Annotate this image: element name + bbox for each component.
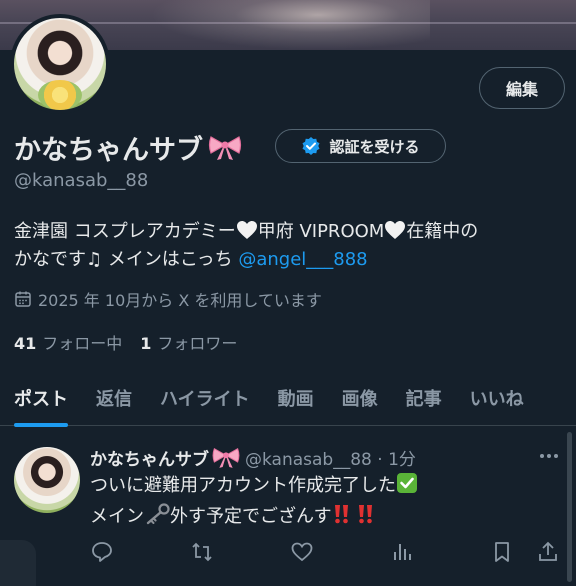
- post-author-name[interactable]: かなちゃんサブ: [90, 445, 209, 470]
- followers-count: 1: [140, 334, 152, 353]
- followers-link[interactable]: 1 フォロワー: [140, 330, 237, 354]
- following-count: 41: [14, 334, 37, 353]
- profile-bio: 金津園 コスプレアカデミー 甲府 VIPROOM 在籍中の かなです♫ メインはこっ…: [14, 218, 564, 274]
- scrollbar[interactable]: [567, 432, 572, 582]
- post-line: 外す予定でござんす: [170, 506, 332, 527]
- tab-articles[interactable]: 記事: [392, 370, 456, 426]
- green-check-icon: [396, 472, 418, 503]
- like-icon[interactable]: [290, 540, 314, 564]
- display-name: かなちゃんサブ: [14, 134, 203, 166]
- post-actions: [90, 540, 560, 566]
- post-avatar[interactable]: [14, 447, 80, 513]
- post-line: メイン: [90, 506, 144, 527]
- white-heart-icon: [236, 220, 258, 240]
- repost-icon[interactable]: [190, 540, 214, 564]
- following-link[interactable]: 41 フォロー中: [14, 330, 122, 354]
- key-icon: [144, 503, 170, 534]
- red-double-exclamation-icon: [356, 503, 380, 534]
- pink-ribbon-icon: [207, 133, 243, 161]
- bio-text: 金津園 コスプレアカデミー: [14, 221, 236, 242]
- post-line: ついに避難用アカウント作成完了した: [90, 475, 396, 496]
- more-icon[interactable]: [537, 448, 561, 464]
- post-text: ついに避難用アカウント作成完了した メイン 外す予定でござんす: [90, 472, 560, 534]
- profile-avatar[interactable]: [10, 14, 110, 114]
- follow-stats: 41 フォロー中 1 フォロワー: [14, 330, 237, 354]
- bio-text: 甲府 VIPROOM: [257, 221, 385, 242]
- post-header: かなちゃんサブ @kanasab__88 · 1分: [90, 443, 416, 471]
- verified-badge-icon: [301, 136, 321, 156]
- name-row: かなちゃんサブ: [14, 127, 243, 167]
- avatar-bouquet: [38, 80, 82, 110]
- views-icon[interactable]: [390, 540, 414, 564]
- banner-sparkle: [150, 0, 430, 50]
- profile-handle: @kanasab__88: [14, 170, 149, 191]
- red-double-exclamation-icon: [332, 503, 356, 534]
- edit-profile-button[interactable]: 編集: [479, 67, 565, 109]
- bio-text: 在籍中の: [406, 221, 479, 242]
- profile-page: 編集 かなちゃんサブ 認証を受ける @kanasab__88 金津園 コスプレア…: [0, 0, 576, 586]
- share-icon[interactable]: [536, 540, 560, 564]
- pink-ribbon-icon: [211, 445, 241, 469]
- get-verified-label: 認証を受ける: [329, 137, 420, 156]
- tab-posts[interactable]: ポスト: [0, 370, 82, 427]
- followers-label: フォロワー: [157, 334, 238, 353]
- bookmark-icon[interactable]: [490, 540, 514, 564]
- profile-tabs: ポスト 返信 ハイライト 動画 画像 記事 いいね: [0, 370, 576, 427]
- tab-highlights[interactable]: ハイライト: [146, 370, 264, 426]
- floating-panel-edge: [0, 540, 36, 586]
- calendar-icon: [15, 291, 31, 307]
- tab-likes[interactable]: いいね: [456, 370, 538, 426]
- white-heart-icon: [384, 220, 406, 240]
- joined-date: 2025 年 10月から X を利用しています: [14, 288, 322, 310]
- tab-videos[interactable]: 動画: [264, 370, 328, 426]
- following-label: フォロー中: [42, 334, 123, 353]
- tab-photos[interactable]: 画像: [328, 370, 392, 426]
- get-verified-button[interactable]: 認証を受ける: [275, 129, 446, 163]
- bio-mention-link[interactable]: @angel___888: [238, 249, 367, 270]
- tab-replies[interactable]: 返信: [82, 370, 146, 426]
- reply-icon[interactable]: [90, 540, 114, 564]
- bio-text: かなです♫ メインはこっち: [14, 249, 239, 270]
- post-meta: @kanasab__88 · 1分: [245, 449, 416, 470]
- joined-text: 2025 年 10月から X を利用しています: [38, 291, 322, 310]
